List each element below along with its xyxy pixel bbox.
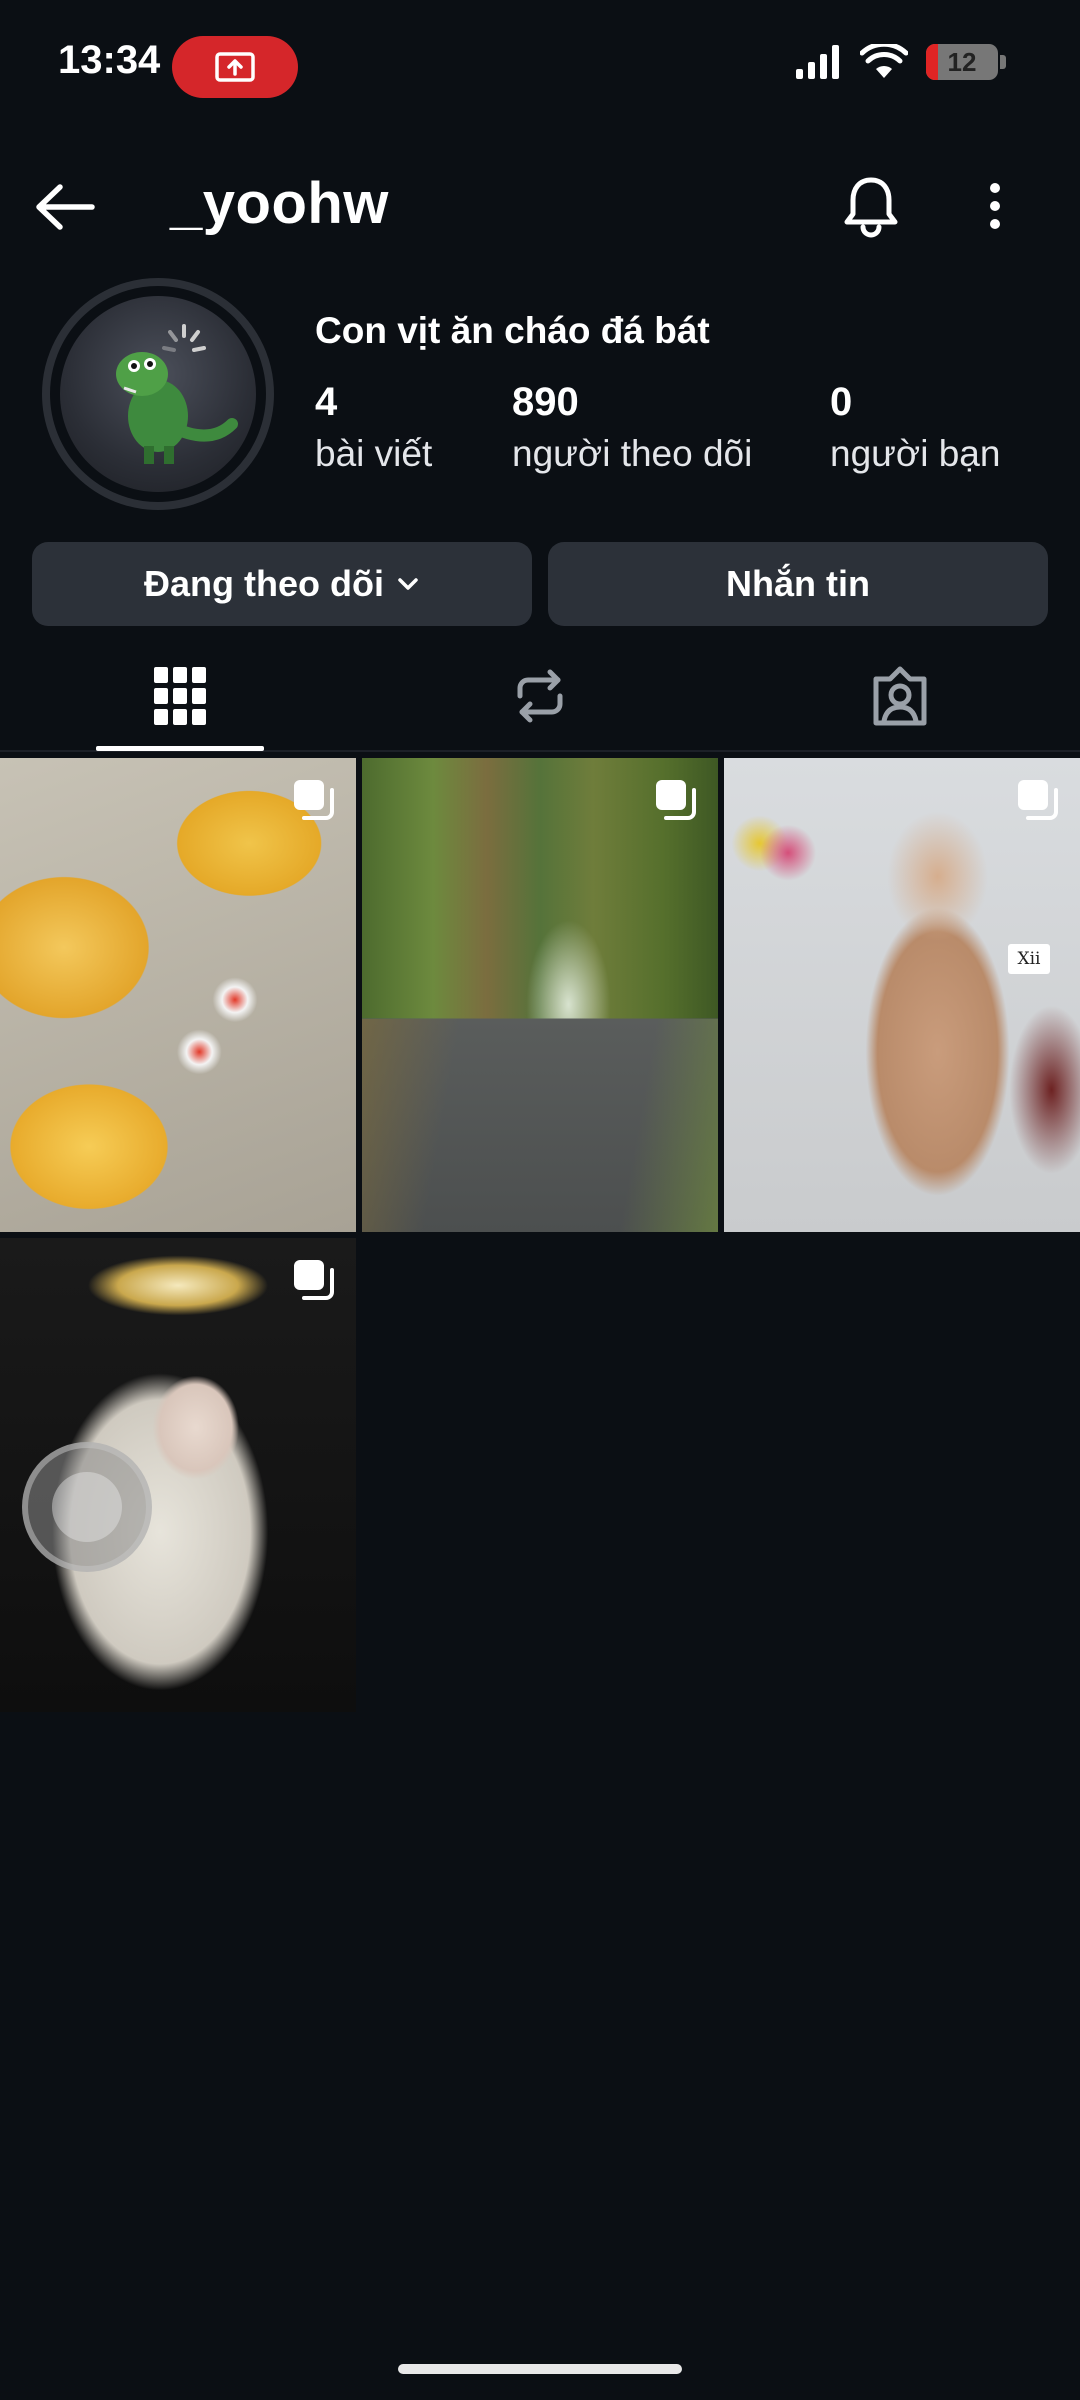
profile-username: _yoohw [170,171,389,236]
avatar-image [60,296,256,492]
status-bar: 13:34 12 [0,0,1080,130]
multiple-photos-icon [294,780,334,820]
status-time: 13:34 [58,38,161,82]
battery-level: 12 [947,46,977,77]
dinosaur-figurine-icon [116,324,238,464]
arrow-left-icon [36,184,95,230]
tab-posts-grid[interactable] [0,640,360,752]
following-button[interactable]: Đang theo dõi [32,542,532,626]
following-button-label: Đang theo dõi [144,563,384,604]
more-vertical-icon [990,183,1000,229]
status-icons: 12 [796,44,1006,80]
home-indicator[interactable] [398,2364,682,2374]
post-thumbnail-portrait[interactable]: Xii [724,758,1080,1232]
stat-followers[interactable]: 890 người theo dõi [512,380,752,475]
assistive-touch-button[interactable] [22,1442,152,1572]
avatar[interactable] [42,278,274,510]
tagged-user-icon [873,666,927,726]
post-thumbnail-food[interactable] [0,758,356,1232]
more-options-button[interactable] [970,168,1020,244]
post-thumbnail-road[interactable] [362,758,718,1232]
message-button-label: Nhắn tin [726,563,870,604]
multiple-photos-icon [294,1260,334,1300]
profile-display-name: Con vịt ăn cháo đá bát [315,310,710,351]
tab-tagged[interactable] [720,640,1080,752]
post-thumbnail-angel[interactable] [0,1238,356,1712]
battery-icon: 12 [926,44,998,80]
grid-icon [154,667,206,725]
stat-posts-label: bài viết [315,433,433,474]
profile-tabs [0,640,1080,752]
stat-followers-value: 890 [512,380,579,424]
image-text-tag: Xii [1008,944,1050,974]
bell-icon [844,177,898,238]
repost-icon [517,669,563,723]
stat-followers-label: người theo dõi [512,433,753,474]
active-tab-indicator [96,746,264,751]
stat-friends-value: 0 [830,380,853,424]
multiple-photos-icon [656,780,696,820]
notifications-button[interactable] [836,168,906,244]
screen-recording-indicator[interactable] [172,36,298,98]
back-button[interactable] [30,172,100,242]
multiple-photos-icon [1018,780,1058,820]
stat-friends-label: người bạn [830,433,1001,474]
tab-reposts[interactable] [360,640,720,752]
screen-share-icon [215,52,255,82]
stat-posts[interactable]: 4 bài viết [315,380,432,475]
chevron-down-icon [398,578,418,590]
stat-posts-value: 4 [315,380,338,424]
stat-friends[interactable]: 0 người bạn [830,380,1000,475]
signal-icon [796,45,839,79]
profile-header: _yoohw [0,160,1080,250]
message-button[interactable]: Nhắn tin [548,542,1048,626]
wifi-icon [860,44,908,78]
